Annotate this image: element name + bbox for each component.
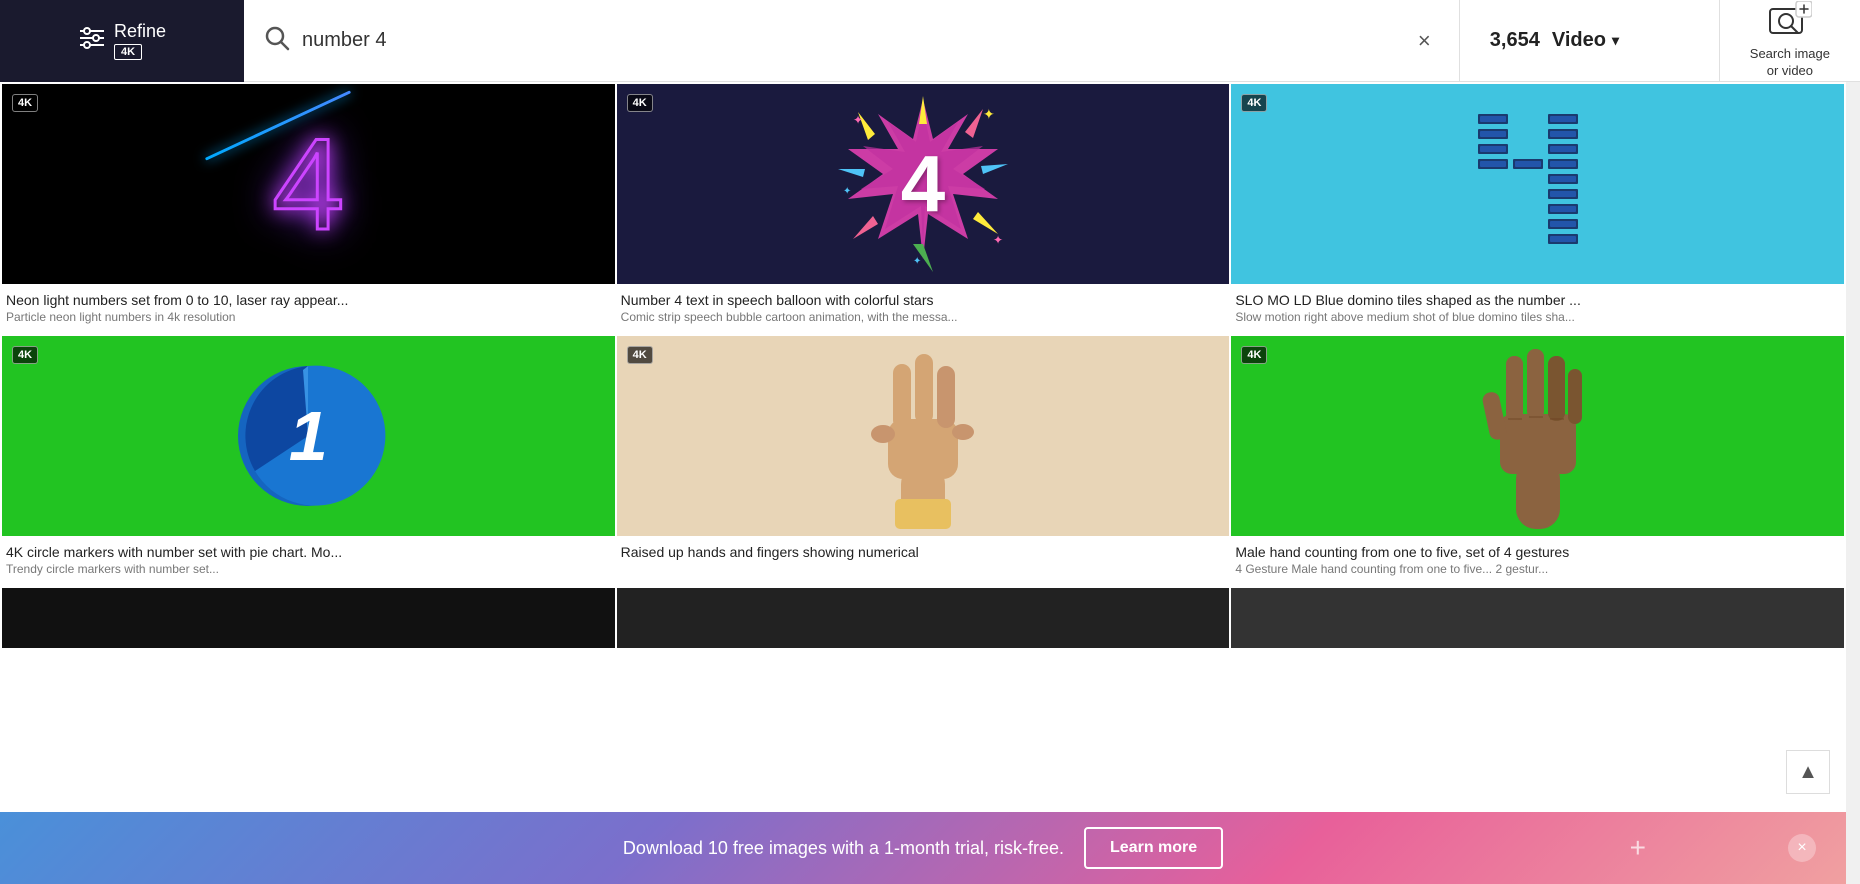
search-image-icon (1768, 1, 1812, 42)
grid-item-7-partial[interactable] (2, 588, 615, 648)
thumbnail-3 (1231, 84, 1844, 284)
item-subtitle-3: Slow motion right above medium shot of b… (1235, 310, 1840, 324)
item-info-1: Neon light numbers set from 0 to 10, las… (2, 284, 615, 334)
banner-plus-icon: + (1630, 832, 1646, 864)
badge-4k-6: 4K (1241, 346, 1267, 364)
clear-button[interactable]: × (1410, 24, 1439, 58)
grid-item-8-partial[interactable] (617, 588, 1230, 648)
thumbnail-6 (1231, 336, 1844, 536)
item-title-4: 4K circle markers with number set with p… (6, 544, 611, 560)
search-icon (264, 25, 290, 56)
grid-item-3[interactable]: 4K SLO MO LD Blue domino tiles shaped as… (1231, 84, 1844, 334)
item-title-1: Neon light numbers set from 0 to 10, las… (6, 292, 611, 308)
scroll-to-top-button[interactable]: ▲ (1786, 750, 1830, 794)
item-title-5: Raised up hands and fingers showing nume… (621, 544, 1226, 560)
search-image-button[interactable]: Search image or video (1720, 0, 1860, 81)
starburst-number: 4 (901, 138, 946, 230)
grid-item-9-partial[interactable] (1231, 588, 1844, 648)
video-dropdown[interactable]: Video ▾ (1552, 29, 1619, 52)
results-section: 3,654 Video ▾ (1460, 0, 1720, 81)
refine-icon (78, 27, 106, 54)
badge-4k-4: 4K (12, 346, 38, 364)
grid-item-5[interactable]: 4K Raised up hands and fingers showing n… (617, 336, 1230, 586)
grid-item-1[interactable]: 4 4K Neon light numbers set from 0 to 10… (2, 84, 615, 334)
item-info-4: 4K circle markers with number set with p… (2, 536, 615, 586)
item-info-3: SLO MO LD Blue domino tiles shaped as th… (1231, 284, 1844, 334)
banner-text: Download 10 free images with a 1-month t… (623, 838, 1064, 859)
pie-chart: 1 (228, 356, 388, 516)
scrollbar-track (1846, 0, 1860, 884)
grid-item-2[interactable]: ✦ ✦ ✦ ✦ ✦ 4 4K Number 4 text in speech b… (617, 84, 1230, 334)
search-bar: × (244, 0, 1460, 81)
results-grid: 4 4K Neon light numbers set from 0 to 10… (0, 82, 1846, 650)
refine-label: Refine (114, 21, 166, 42)
badge-4k-1: 4K (12, 94, 38, 112)
starburst: ✦ ✦ ✦ ✦ ✦ 4 (833, 94, 1013, 274)
search-input[interactable] (302, 29, 1410, 52)
thumbnail-1: 4 (2, 84, 615, 284)
pie-number: 1 (289, 396, 328, 476)
badge-4k-2: 4K (627, 94, 653, 112)
banner-close-button[interactable]: × (1788, 834, 1816, 862)
promo-banner: Download 10 free images with a 1-month t… (0, 812, 1846, 884)
results-count: 3,654 (1490, 29, 1540, 52)
item-title-2: Number 4 text in speech balloon with col… (621, 292, 1226, 308)
item-info-6: Male hand counting from one to five, set… (1231, 536, 1844, 586)
chevron-down-icon: ▾ (1612, 32, 1619, 49)
video-label: Video (1552, 29, 1606, 52)
search-image-label: Search image or video (1750, 46, 1830, 80)
badge-4k-5: 4K (627, 346, 653, 364)
item-subtitle-4: Trendy circle markers with number set... (6, 562, 611, 576)
item-subtitle-2: Comic strip speech bubble cartoon animat… (621, 310, 1226, 324)
thumbnail-2: ✦ ✦ ✦ ✦ ✦ 4 (617, 84, 1230, 284)
header: Refine 4K × 3,654 Video ▾ (0, 0, 1860, 82)
chevron-up-icon: ▲ (1798, 761, 1818, 784)
item-subtitle-6: 4 Gesture Male hand counting from one to… (1235, 562, 1840, 576)
grid-item-6[interactable]: 4K Male hand counting from one to five, … (1231, 336, 1844, 586)
refine-button[interactable]: Refine 4K (0, 0, 244, 82)
thumbnail-5 (617, 336, 1230, 536)
content-area: 4 4K Neon light numbers set from 0 to 10… (0, 82, 1860, 884)
badge-4k-3: 4K (1241, 94, 1267, 112)
thumbnail-4: 1 (2, 336, 615, 536)
learn-more-button[interactable]: Learn more (1084, 827, 1223, 869)
item-subtitle-1: Particle neon light numbers in 4k resolu… (6, 310, 611, 324)
refine-4k-badge: 4K (114, 44, 142, 60)
grid-item-4[interactable]: 1 4K 4K circle markers with number set w… (2, 336, 615, 586)
item-info-2: Number 4 text in speech balloon with col… (617, 284, 1230, 334)
item-title-3: SLO MO LD Blue domino tiles shaped as th… (1235, 292, 1840, 308)
item-title-6: Male hand counting from one to five, set… (1235, 544, 1840, 560)
item-info-5: Raised up hands and fingers showing nume… (617, 536, 1230, 572)
